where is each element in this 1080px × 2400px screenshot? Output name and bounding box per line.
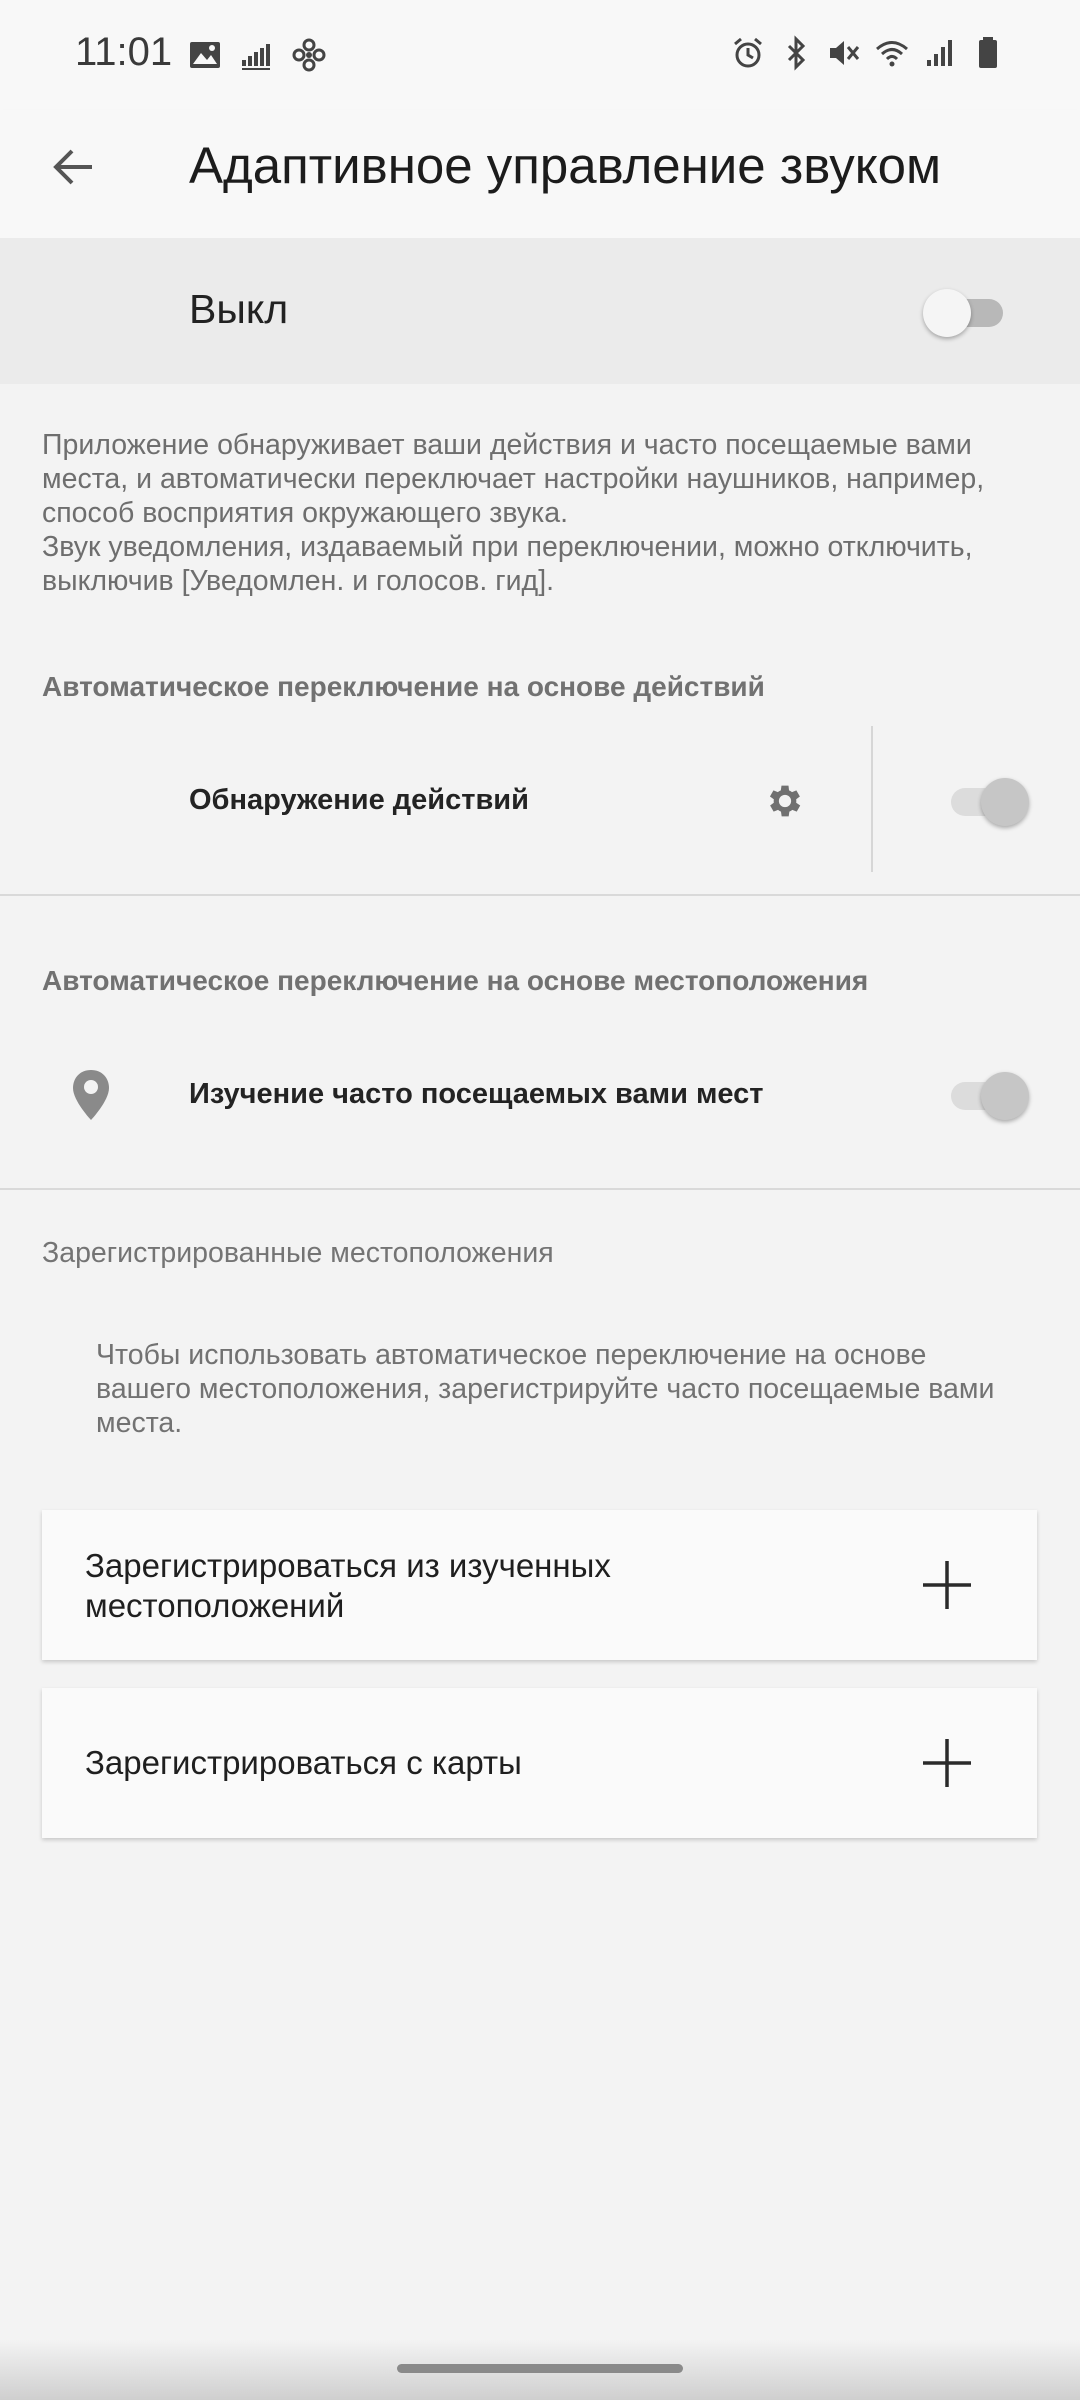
master-toggle[interactable] (923, 283, 1007, 339)
location-pin-icon (73, 1070, 109, 1120)
register-from-map-label: Зарегистрироваться с карты (85, 1744, 522, 1781)
master-switch-label: Выкл (189, 286, 289, 332)
battery-icon (979, 37, 997, 68)
status-time: 11:01 (75, 30, 173, 74)
status-bar: 11:01 (0, 0, 1080, 110)
bars-icon (242, 44, 270, 70)
gesture-handle[interactable] (397, 2364, 683, 2373)
description: Приложение обнаруживает ваши действия и … (42, 428, 1042, 598)
app-bar: Адаптивное управление звуком (0, 110, 1080, 238)
description-text-1: Приложение обнаруживает ваши действия и … (42, 429, 985, 529)
alarm-icon (734, 37, 762, 68)
register-from-learned-card[interactable]: Зарегистрироваться из изученных местопол… (42, 1510, 1037, 1660)
divider (0, 894, 1080, 896)
plus-icon[interactable] (917, 1733, 977, 1793)
image-icon (190, 42, 220, 68)
register-from-map-card[interactable]: Зарегистрироваться с карты (42, 1688, 1037, 1838)
activity-detection-toggle[interactable] (945, 772, 1029, 828)
activity-detection-label[interactable]: Обнаружение действий (189, 784, 529, 817)
registered-locations-hint: Чтобы использовать автоматическое перекл… (96, 1339, 995, 1439)
registered-locations-header: Зарегистрированные местоположения (42, 1237, 554, 1269)
register-from-learned-label: Зарегистрироваться из изученных местопол… (85, 1547, 611, 1624)
signal-icon (927, 40, 952, 66)
bluetooth-icon (787, 35, 806, 71)
vertical-divider (871, 726, 873, 872)
navigation-bar (0, 2340, 1080, 2400)
plus-icon[interactable] (917, 1555, 977, 1615)
wifi-icon (876, 41, 908, 67)
divider (0, 1188, 1080, 1190)
section-header-location: Автоматическое переключение на основе ме… (42, 965, 869, 996)
page-title: Адаптивное управление звуком (189, 137, 942, 194)
fan-icon (292, 38, 326, 72)
master-switch-row[interactable]: Выкл (0, 238, 1080, 384)
gear-icon[interactable] (764, 780, 806, 822)
location-learning-label[interactable]: Изучение часто посещаемых вами мест (189, 1078, 764, 1111)
mute-icon (830, 41, 860, 65)
description-text-2: Звук уведомления, издаваемый при переклю… (42, 531, 973, 597)
section-header-actions: Автоматическое переключение на основе де… (42, 671, 765, 702)
arrow-left-icon (53, 149, 92, 185)
location-learning-toggle[interactable] (945, 1066, 1029, 1122)
back-button[interactable] (40, 134, 106, 200)
